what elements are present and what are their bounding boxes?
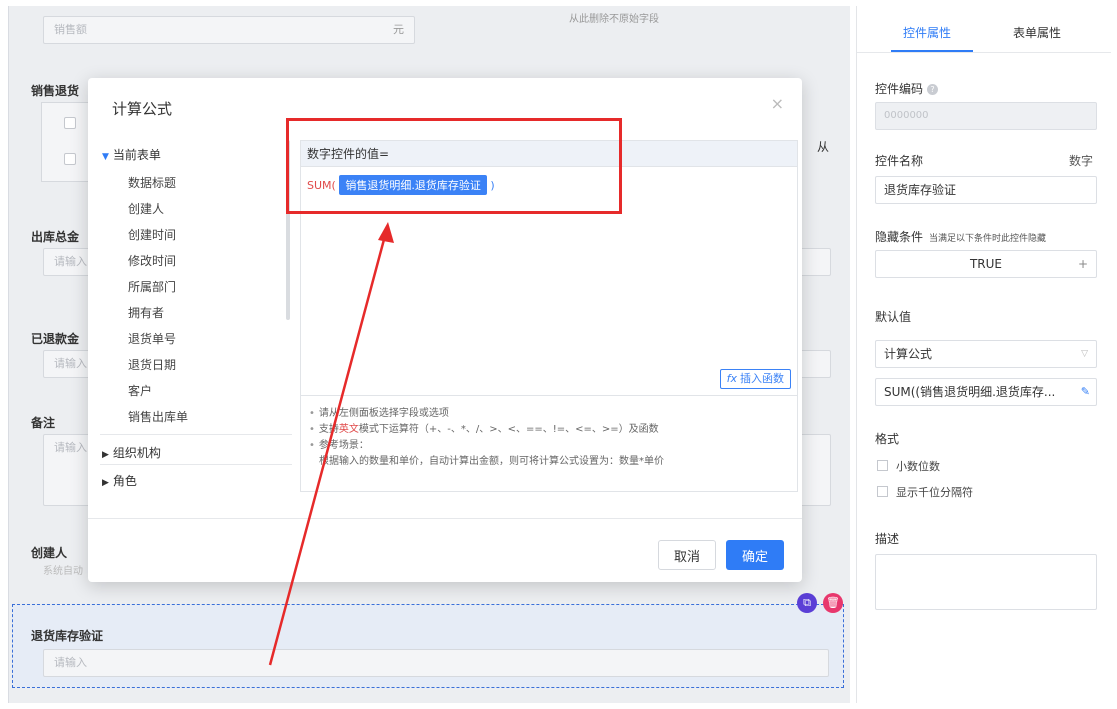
dialog-title: 计算公式	[112, 100, 173, 118]
tree-item[interactable]: 数据标题	[128, 174, 176, 191]
field-tree: ▼ 当前表单 数据标题 创建人 创建时间 修改时间 所属部门 拥有者 退货单号 退…	[96, 140, 292, 508]
property-panel: 控件属性 表单属性 控件编码? 0000000 控件名称 数字 退货库存验证 隐…	[856, 6, 1111, 703]
control-code-input: 0000000	[875, 102, 1097, 130]
field-note: 从此删除不原始字段	[569, 14, 659, 25]
tree-item[interactable]: 客户	[128, 382, 152, 399]
tree-group-current-form[interactable]: ▼ 当前表单	[102, 146, 161, 163]
caret-right-icon: ▶	[102, 450, 109, 460]
checkbox-icon	[877, 486, 888, 497]
return-stock-label: 退货库存验证	[31, 629, 104, 643]
tab-divider	[857, 52, 1111, 53]
hint-line: 根据输入的数量和单价，自动计算出金额，则可将计算公式设置为：数量*单价	[319, 456, 664, 467]
insert-function-button[interactable]: fx 插入函数	[719, 369, 791, 389]
placeholder: 请输入	[54, 255, 87, 268]
remark-label: 备注	[31, 416, 56, 430]
tree-group-label: 角色	[112, 474, 137, 488]
checkbox-label: 显示千位分隔符	[896, 486, 973, 499]
control-name-label: 控件名称	[875, 154, 924, 168]
hint-line: • 请从左侧面板选择字段或选项	[309, 408, 449, 419]
decimal-checkbox[interactable]: 小数位数	[877, 458, 940, 474]
control-name-input[interactable]: 退货库存验证	[875, 176, 1097, 204]
tree-group-label: 组织机构	[112, 446, 161, 460]
control-type-label: 数字	[1069, 154, 1094, 168]
tree-item[interactable]: 退货日期	[128, 356, 176, 373]
tree-group-label: 当前表单	[112, 148, 161, 162]
hint-line: • 参考场景：	[309, 440, 369, 451]
caret-right-icon: ▶	[102, 478, 109, 488]
edit-icon[interactable]: ✎	[1078, 379, 1090, 405]
tree-group-role[interactable]: ▶ 角色	[102, 472, 137, 489]
default-type-select[interactable]: 计算公式 ▽	[875, 340, 1097, 368]
sales-return-label: 销售退货	[31, 84, 80, 98]
refunded-label: 已退款金	[31, 332, 80, 346]
formula-hints: • 请从左侧面板选择字段或选项 • 支持英文模式下运算符（+、-、*、/、>、<、=…	[301, 395, 797, 491]
tree-item[interactable]: 修改时间	[128, 252, 176, 269]
row-checkbox[interactable]	[64, 117, 76, 129]
default-value-label: 默认值	[875, 310, 912, 324]
placeholder: 请输入	[54, 441, 87, 454]
remark-textarea-right[interactable]	[799, 434, 831, 506]
return-stock-field-selected[interactable]: 退货库存验证 请输入 ⧉ 🗑	[12, 593, 844, 688]
hide-condition-label: 隐藏条件 当满足以下条件时此控件隐藏	[875, 230, 1047, 244]
creator-label: 创建人	[31, 546, 68, 560]
refunded-input-right[interactable]	[799, 350, 831, 378]
footer-divider	[88, 518, 802, 519]
plus-icon[interactable]: +	[1078, 251, 1088, 277]
tab-form-properties[interactable]: 表单属性	[1013, 24, 1061, 41]
delete-icon[interactable]: 🗑	[823, 593, 843, 613]
tree-item[interactable]: 所属部门	[128, 278, 176, 295]
bullet-icon: •	[309, 408, 315, 419]
hint-line: • 支持英文模式下运算符（+、-、*、/、>、<、==、!=、<=、>=）及函数	[309, 424, 659, 435]
default-formula-input[interactable]: SUM((销售退货明细.退货库存... ✎	[875, 378, 1097, 406]
total-out-label: 出库总金	[31, 230, 80, 244]
caret-down-icon: ▼	[102, 152, 109, 162]
divider	[100, 464, 292, 465]
bullet-icon: •	[309, 424, 315, 435]
tree-item[interactable]: 拥有者	[128, 304, 164, 321]
insert-function-label: 插入函数	[740, 372, 784, 385]
default-formula-value: SUM((销售退货明细.退货库存...	[884, 385, 1056, 399]
default-type-value: 计算公式	[884, 347, 933, 361]
fx-icon: fx	[726, 372, 737, 385]
description-label: 描述	[875, 532, 900, 546]
annotation-highlight-box	[286, 118, 622, 214]
cancel-button[interactable]: 取消	[658, 540, 716, 570]
tree-item[interactable]: 创建人	[128, 200, 164, 217]
total-out-input-right[interactable]	[799, 248, 831, 276]
thousand-separator-checkbox[interactable]: 显示千位分隔符	[877, 484, 973, 500]
from-label: 从	[817, 140, 830, 154]
tree-item[interactable]: 退货单号	[128, 330, 176, 347]
tree-group-org[interactable]: ▶ 组织机构	[102, 444, 161, 461]
help-icon[interactable]: ?	[927, 84, 939, 95]
sales-amount-input[interactable]: 销售额 元	[43, 16, 415, 44]
confirm-button[interactable]: 确定	[726, 540, 784, 570]
description-textarea[interactable]	[875, 554, 1097, 610]
hide-condition-value: TRUE	[969, 257, 1003, 271]
checkbox-label: 小数位数	[896, 460, 940, 473]
format-label: 格式	[875, 432, 900, 446]
tree-item[interactable]: 创建时间	[128, 226, 176, 243]
hint-highlight-word: 英文	[338, 424, 359, 435]
tab-control-properties[interactable]: 控件属性	[903, 24, 951, 41]
tree-item[interactable]: 销售出库单	[128, 408, 188, 425]
divider	[100, 434, 292, 435]
bullet-icon: •	[309, 440, 315, 451]
copy-icon[interactable]: ⧉	[797, 593, 817, 613]
placeholder: 请输入	[54, 357, 87, 370]
creator-system: 系统自动	[43, 566, 83, 577]
return-stock-input[interactable]: 请输入	[43, 649, 829, 677]
checkbox-icon	[877, 460, 888, 471]
hide-condition-input[interactable]: TRUE +	[875, 250, 1097, 278]
chevron-down-icon: ▽	[1081, 349, 1088, 359]
control-code-label: 控件编码?	[875, 80, 939, 97]
close-icon[interactable]: ×	[771, 94, 784, 113]
currency-suffix: 元	[393, 23, 404, 36]
sales-amount-placeholder: 销售额	[54, 23, 87, 36]
placeholder: 请输入	[54, 656, 87, 669]
row-checkbox[interactable]	[64, 153, 76, 165]
